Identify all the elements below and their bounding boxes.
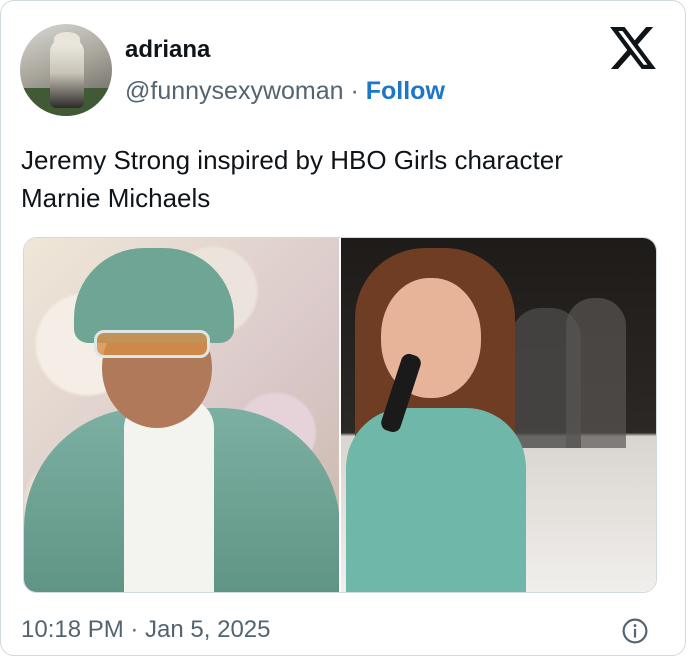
photo-marnie-michaels[interactable] [341, 238, 656, 592]
author-handle[interactable]: @funnysexywoman [125, 77, 344, 105]
photo-bucket-hat [74, 248, 234, 343]
photo-background-person [566, 298, 626, 448]
follow-button[interactable]: Follow [366, 77, 445, 105]
author-handle-row: @funnysexywoman · Follow [125, 75, 445, 107]
media-grid [23, 237, 657, 593]
photo-sunglasses [94, 330, 210, 358]
avatar-figure [50, 38, 84, 108]
x-logo-icon[interactable] [610, 27, 656, 69]
tweet-timestamp[interactable]: 10:18 PM · Jan 5, 2025 [21, 615, 271, 645]
tweet-text-line: Jeremy Strong inspired by HBO Girls char… [21, 145, 563, 175]
avatar[interactable] [20, 24, 112, 116]
photo-jeremy-strong[interactable] [24, 238, 339, 592]
tweet-card: adriana @funnysexywoman · Follow Jeremy … [0, 0, 686, 656]
photo-dress [346, 408, 526, 592]
author-name[interactable]: adriana [125, 35, 210, 65]
info-icon[interactable] [622, 618, 648, 644]
tweet-text: Jeremy Strong inspired by HBO Girls char… [21, 141, 661, 217]
avatar-hat [54, 32, 80, 46]
tweet-text-line: Marnie Michaels [21, 183, 211, 213]
handle-separator: · [343, 77, 366, 105]
photo-turtleneck [124, 398, 214, 592]
